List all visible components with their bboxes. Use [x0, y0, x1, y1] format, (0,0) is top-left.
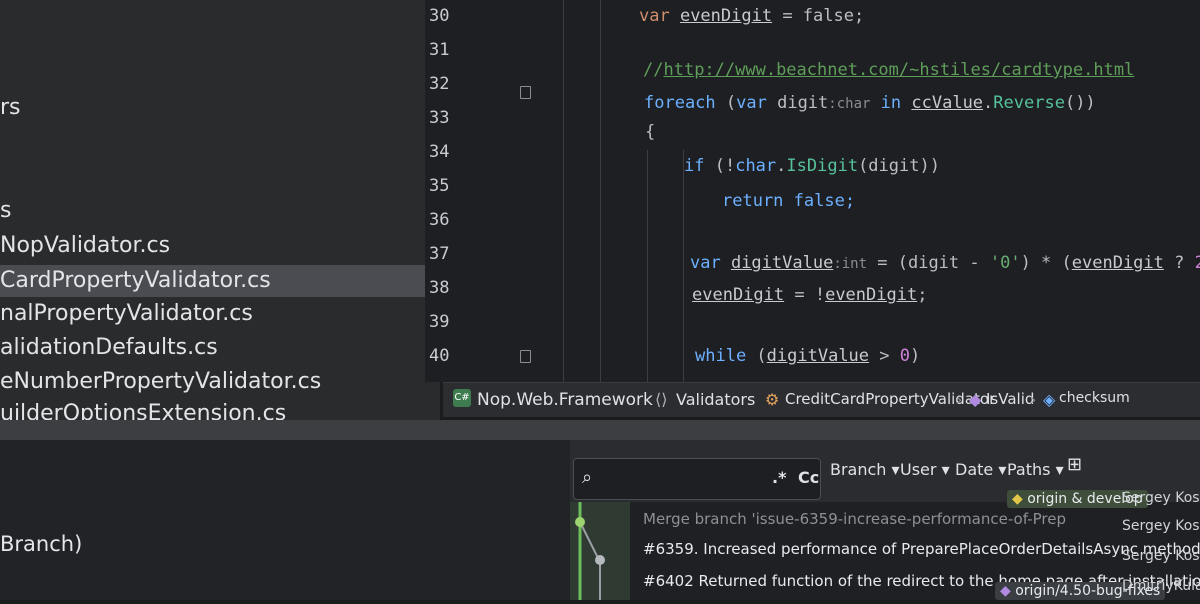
tree-item-label: alidationDefaults.cs — [0, 335, 218, 360]
tree-item-label: nalPropertyValidator.cs — [0, 301, 253, 326]
match-case-toggle[interactable]: Cc — [798, 468, 819, 487]
variable-icon: ◈ — [1043, 390, 1056, 409]
code-line: foreach (var digit:char in ccValue.Rever… — [644, 93, 1096, 113]
indent-guide — [600, 0, 601, 382]
tree-item[interactable]: nalPropertyValidator.cs — [0, 298, 440, 330]
tree-item[interactable]: s — [0, 195, 440, 227]
breadcrumb-method[interactable]: IsValid — [986, 390, 1034, 408]
tree-item-label: NopValidator.cs — [0, 233, 171, 258]
line-number: 35 — [429, 176, 450, 196]
comment-link[interactable]: http://www.beachnet.com/~hstiles/cardtyp… — [663, 60, 1134, 80]
type-hint: :int — [833, 256, 868, 272]
new-tab-icon[interactable]: ⊞ — [1067, 454, 1082, 475]
line-number: 38 — [429, 278, 450, 298]
line-number: 30 — [429, 6, 450, 26]
indent-guide — [683, 150, 684, 382]
chevron-down-icon: ▾ — [998, 460, 1007, 479]
line-number: 34 — [429, 142, 450, 162]
commit-list: Merge branch 'issue-6359-increase-perfor… — [570, 490, 1200, 600]
line-number: 32 — [429, 74, 450, 94]
breadcrumb-folder[interactable]: Validators — [676, 390, 755, 409]
line-number: 31 — [429, 40, 450, 60]
class-icon: ⚙ — [765, 390, 780, 409]
breadcrumb-project[interactable]: Nop.Web.Framework — [477, 390, 653, 410]
tree-item[interactable]: rs — [0, 92, 440, 124]
tool-window-divider — [0, 420, 1200, 440]
breadcrumb-variable[interactable]: checksum — [1059, 390, 1130, 406]
tree-item[interactable]: NopValidator.cs — [0, 230, 440, 262]
tree-item-label: CardPropertyValidator.cs — [0, 268, 271, 293]
line-number: 36 — [429, 210, 450, 230]
commit-author: Sergey Koshele — [1122, 518, 1200, 534]
chevron-right-icon: › — [1030, 390, 1037, 409]
tag-icon: ◆ — [1012, 491, 1023, 507]
commit-graph — [570, 502, 630, 600]
branch-tree-label[interactable]: Branch) — [0, 532, 82, 556]
code-line: evenDigit = !evenDigit; — [692, 285, 928, 305]
project-tree: rs s NopValidator.cs CardPropertyValidat… — [0, 0, 440, 420]
csharp-project-icon: C# — [453, 389, 471, 407]
code-line: var evenDigit = false; — [639, 6, 865, 26]
log-search-input[interactable]: ⌕ .* Cc — [573, 458, 821, 500]
chevron-down-icon: ▾ — [891, 460, 900, 479]
line-number: 37 — [429, 244, 450, 264]
indent-guide — [563, 0, 564, 382]
paths-filter[interactable]: Paths ▾ — [1007, 460, 1064, 479]
tree-item[interactable]: uilderOptionsExtension.cs — [0, 398, 440, 420]
fold-icon[interactable] — [520, 86, 531, 99]
line-number: 39 — [429, 312, 450, 332]
line-number: 33 — [429, 108, 450, 128]
commit-row[interactable]: #6359. Increased performance of PrepareP… — [643, 540, 1200, 558]
chevron-down-icon: ▾ — [941, 460, 950, 479]
user-filter[interactable]: User ▾ — [900, 460, 950, 479]
chevron-right-icon: › — [956, 390, 963, 409]
tree-item-label: uilderOptionsExtension.cs — [0, 401, 287, 420]
code-line: if (!char.IsDigit(digit)) — [684, 156, 940, 176]
commit-row[interactable]: Merge branch 'issue-6359-increase-perfor… — [643, 510, 1066, 528]
tree-item-label: s — [0, 198, 12, 223]
breadcrumb-class[interactable]: CreditCardPropertyValidator — [785, 390, 995, 408]
tree-item[interactable]: alidationDefaults.cs — [0, 332, 440, 364]
date-filter[interactable]: Date ▾ — [955, 460, 1006, 479]
regex-toggle[interactable]: .* — [772, 468, 786, 487]
code-line: return false; — [722, 191, 856, 211]
code-line: //http://www.beachnet.com/~hstiles/cardt… — [643, 60, 1135, 80]
branch-filter[interactable]: Branch ▾ — [830, 460, 900, 479]
tree-item-selected[interactable]: CardPropertyValidator.cs — [0, 265, 440, 297]
line-number: 40 — [429, 346, 450, 366]
tree-item-label: rs — [0, 95, 21, 120]
tree-item[interactable]: eNumberPropertyValidator.cs — [0, 366, 440, 398]
method-icon: ◆ — [969, 390, 982, 409]
commit-author: DmitriyKulagin — [1122, 578, 1200, 594]
commit-author: Sergey Koshele — [1122, 548, 1200, 564]
git-branches-panel — [0, 440, 570, 600]
commit-graph-lines — [575, 502, 605, 600]
indent-guide — [647, 150, 648, 382]
tag-icon: ◆ — [1000, 583, 1011, 599]
breadcrumb: C# Nop.Web.Framework ⟨⟩ Validators ⚙ Cre… — [443, 382, 1200, 417]
code-editor[interactable]: 30 31 32 33 34 35 36 37 38 39 40 var eve… — [425, 0, 1200, 382]
chevron-down-icon: ▾ — [1055, 460, 1064, 479]
git-log-panel: ⌕ .* Cc Branch ▾ User ▾ Date ▾ Paths ▾ ⊞… — [570, 440, 1200, 600]
commit-author: Sergey Koshele — [1122, 490, 1200, 506]
code-line: while (digitValue > 0) — [695, 346, 921, 366]
fold-icon[interactable] — [520, 350, 531, 363]
namespace-icon: ⟨⟩ — [655, 390, 668, 409]
code-line: { — [645, 122, 656, 142]
type-hint: :char — [828, 96, 871, 112]
code-line: var digitValue:int = (digit - '0') * (ev… — [690, 253, 1200, 273]
tree-item-label: eNumberPropertyValidator.cs — [0, 369, 322, 394]
search-icon: ⌕ — [582, 467, 593, 488]
